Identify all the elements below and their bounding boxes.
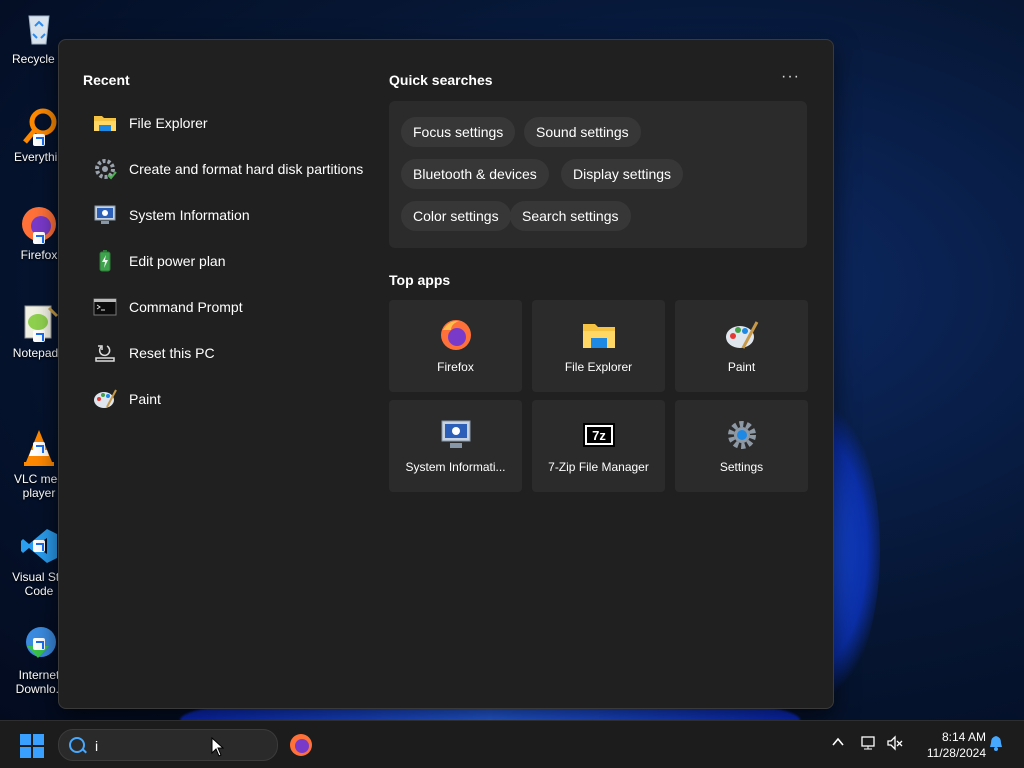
svg-text:7z: 7z xyxy=(592,428,606,443)
chevron-up-icon xyxy=(832,737,844,746)
vscode-icon xyxy=(19,512,59,563)
top-app-label: Settings xyxy=(719,460,764,474)
top-app-label: System Informati... xyxy=(405,460,506,474)
top-apps-heading: Top apps xyxy=(389,272,451,288)
top-app-firefox[interactable]: Firefox xyxy=(389,300,522,392)
clock-time: 8:14 AM xyxy=(941,730,986,744)
recent-list: File Explorer Create and format hard dis… xyxy=(83,100,373,422)
seven-zip-icon: 7z xyxy=(582,418,616,452)
recent-item-reset-this-pc[interactable]: Reset this PC xyxy=(83,330,373,376)
volume-button[interactable] xyxy=(886,735,904,756)
quick-search-chip[interactable]: Bluetooth & devices xyxy=(401,159,549,189)
search-input[interactable] xyxy=(93,734,267,758)
network-icon xyxy=(861,736,875,750)
firefox-icon xyxy=(439,318,473,352)
notepad-plus-plus-icon xyxy=(19,302,59,342)
clock-date: 11/28/2024 xyxy=(926,746,986,760)
firefox-icon xyxy=(19,204,59,244)
start-button[interactable] xyxy=(20,734,44,758)
reset-pc-icon xyxy=(93,341,117,365)
recent-item-label: System Information xyxy=(129,207,250,223)
windows-logo-icon xyxy=(20,747,31,758)
desktop-icon-label: VLC med player xyxy=(13,472,65,500)
recent-item-system-information[interactable]: System Information xyxy=(83,192,373,238)
speaker-muted-icon xyxy=(887,735,903,751)
show-hidden-icons-button[interactable] xyxy=(831,735,845,754)
windows-logo-icon xyxy=(33,734,44,745)
quick-search-chip[interactable]: Color settings xyxy=(401,201,511,231)
shortcut-arrow-icon xyxy=(33,134,45,146)
system-clock[interactable]: 8:14 AM 11/28/2024 xyxy=(914,729,986,761)
recent-item-label: Create and format hard disk partitions xyxy=(129,161,364,177)
firefox-icon xyxy=(290,734,312,756)
internet-download-manager-icon xyxy=(19,610,59,658)
desktop-icon-label: Everythin xyxy=(13,150,65,164)
taskbar-firefox[interactable] xyxy=(288,732,314,758)
bell-icon xyxy=(990,736,1002,751)
recent-item-file-explorer[interactable]: File Explorer xyxy=(83,100,373,146)
windows-logo-icon xyxy=(33,747,44,758)
desktop-icon-label: Internet Downlo.. xyxy=(15,668,63,696)
quick-searches-box: Focus settings Sound settings Bluetooth … xyxy=(389,101,807,248)
search-icon xyxy=(69,737,85,753)
desktop: Recycle B Everythin Firefox Notepad+ VLC… xyxy=(0,0,1024,720)
notifications-button[interactable] xyxy=(989,735,1003,756)
everything-search-icon xyxy=(19,106,59,146)
recent-item-label: Paint xyxy=(129,391,161,407)
quick-search-chip[interactable]: Sound settings xyxy=(524,117,641,147)
top-app-system-information[interactable]: System Informati... xyxy=(389,400,522,492)
recent-item-disk-partitions[interactable]: Create and format hard disk partitions xyxy=(83,146,373,192)
recent-item-label: File Explorer xyxy=(129,115,208,131)
paint-palette-icon xyxy=(725,318,759,352)
top-app-paint[interactable]: Paint xyxy=(675,300,808,392)
recent-item-label: Reset this PC xyxy=(129,345,215,361)
network-status-button[interactable] xyxy=(860,735,878,756)
search-panel: Recent File Explorer Create and format h… xyxy=(58,39,834,709)
terminal-icon xyxy=(93,295,117,319)
gear-icon xyxy=(725,418,759,452)
shortcut-arrow-icon xyxy=(33,540,45,552)
windows-logo-icon xyxy=(20,734,31,745)
system-information-icon xyxy=(93,203,117,227)
recent-item-label: Edit power plan xyxy=(129,253,226,269)
gear-check-icon xyxy=(93,157,117,181)
folder-icon xyxy=(582,318,616,352)
taskbar-search-box[interactable] xyxy=(58,729,278,761)
top-app-settings[interactable]: Settings xyxy=(675,400,808,492)
vlc-icon xyxy=(19,414,59,466)
top-app-label: Paint xyxy=(727,360,756,374)
recycle-bin-icon xyxy=(19,8,59,48)
quick-search-chip[interactable]: Search settings xyxy=(510,201,631,231)
system-information-icon xyxy=(439,418,473,452)
quick-search-chip[interactable]: Focus settings xyxy=(401,117,516,147)
recent-heading: Recent xyxy=(83,72,130,88)
shortcut-arrow-icon xyxy=(33,442,45,454)
top-app-7-zip[interactable]: 7z 7-Zip File Manager xyxy=(532,400,665,492)
shortcut-arrow-icon xyxy=(33,330,45,342)
quick-searches-heading: Quick searches xyxy=(389,72,493,88)
top-app-label: File Explorer xyxy=(564,360,633,374)
battery-icon xyxy=(93,249,117,273)
desktop-icon-label: Firefox xyxy=(20,248,58,262)
recent-item-command-prompt[interactable]: Command Prompt xyxy=(83,284,373,330)
recent-item-edit-power-plan[interactable]: Edit power plan xyxy=(83,238,373,284)
paint-palette-icon xyxy=(93,387,117,411)
shortcut-arrow-icon xyxy=(33,638,45,650)
top-app-label: Firefox xyxy=(437,360,474,374)
taskbar: 8:14 AM 11/28/2024 xyxy=(0,720,1024,768)
recent-item-label: Command Prompt xyxy=(129,299,243,315)
more-options-button[interactable]: ··· xyxy=(781,68,800,86)
recent-item-paint[interactable]: Paint xyxy=(83,376,373,422)
shortcut-arrow-icon xyxy=(33,232,45,244)
top-app-file-explorer[interactable]: File Explorer xyxy=(532,300,665,392)
quick-search-chip[interactable]: Display settings xyxy=(561,159,684,189)
folder-icon xyxy=(93,111,117,135)
top-app-label: 7-Zip File Manager xyxy=(548,460,649,474)
